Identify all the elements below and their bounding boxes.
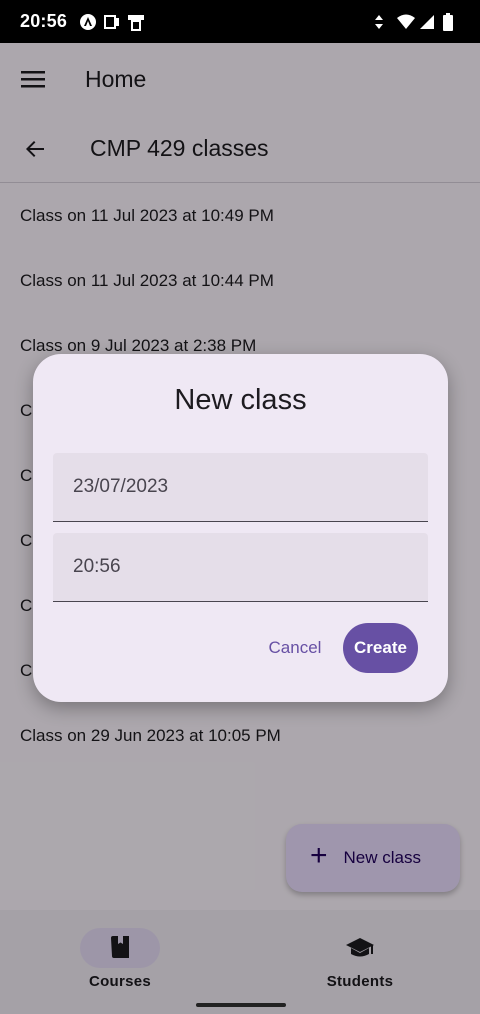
time-value: 20:56 [73, 556, 121, 577]
android-auto-icon [79, 13, 97, 31]
wifi-icon [396, 13, 415, 31]
status-bar: 20:56 [0, 0, 480, 43]
status-left-icons [79, 13, 145, 31]
status-right-icons [373, 12, 460, 31]
data-arrows-icon [373, 13, 391, 31]
battery-icon [442, 12, 460, 31]
dialog-title: New class [174, 384, 307, 416]
card-icon [103, 13, 121, 31]
time-field[interactable]: 20:56 [53, 533, 428, 602]
date-field[interactable]: 23/07/2023 [53, 453, 428, 522]
create-button[interactable]: Create [343, 623, 418, 673]
new-class-dialog: New class 23/07/2023 20:56 Cancel Create [33, 354, 448, 702]
cast-icon [127, 13, 145, 31]
status-time: 20:56 [20, 11, 68, 31]
signal-icon [419, 13, 437, 31]
date-value: 23/07/2023 [73, 476, 169, 497]
cancel-button[interactable]: Cancel [255, 623, 335, 673]
